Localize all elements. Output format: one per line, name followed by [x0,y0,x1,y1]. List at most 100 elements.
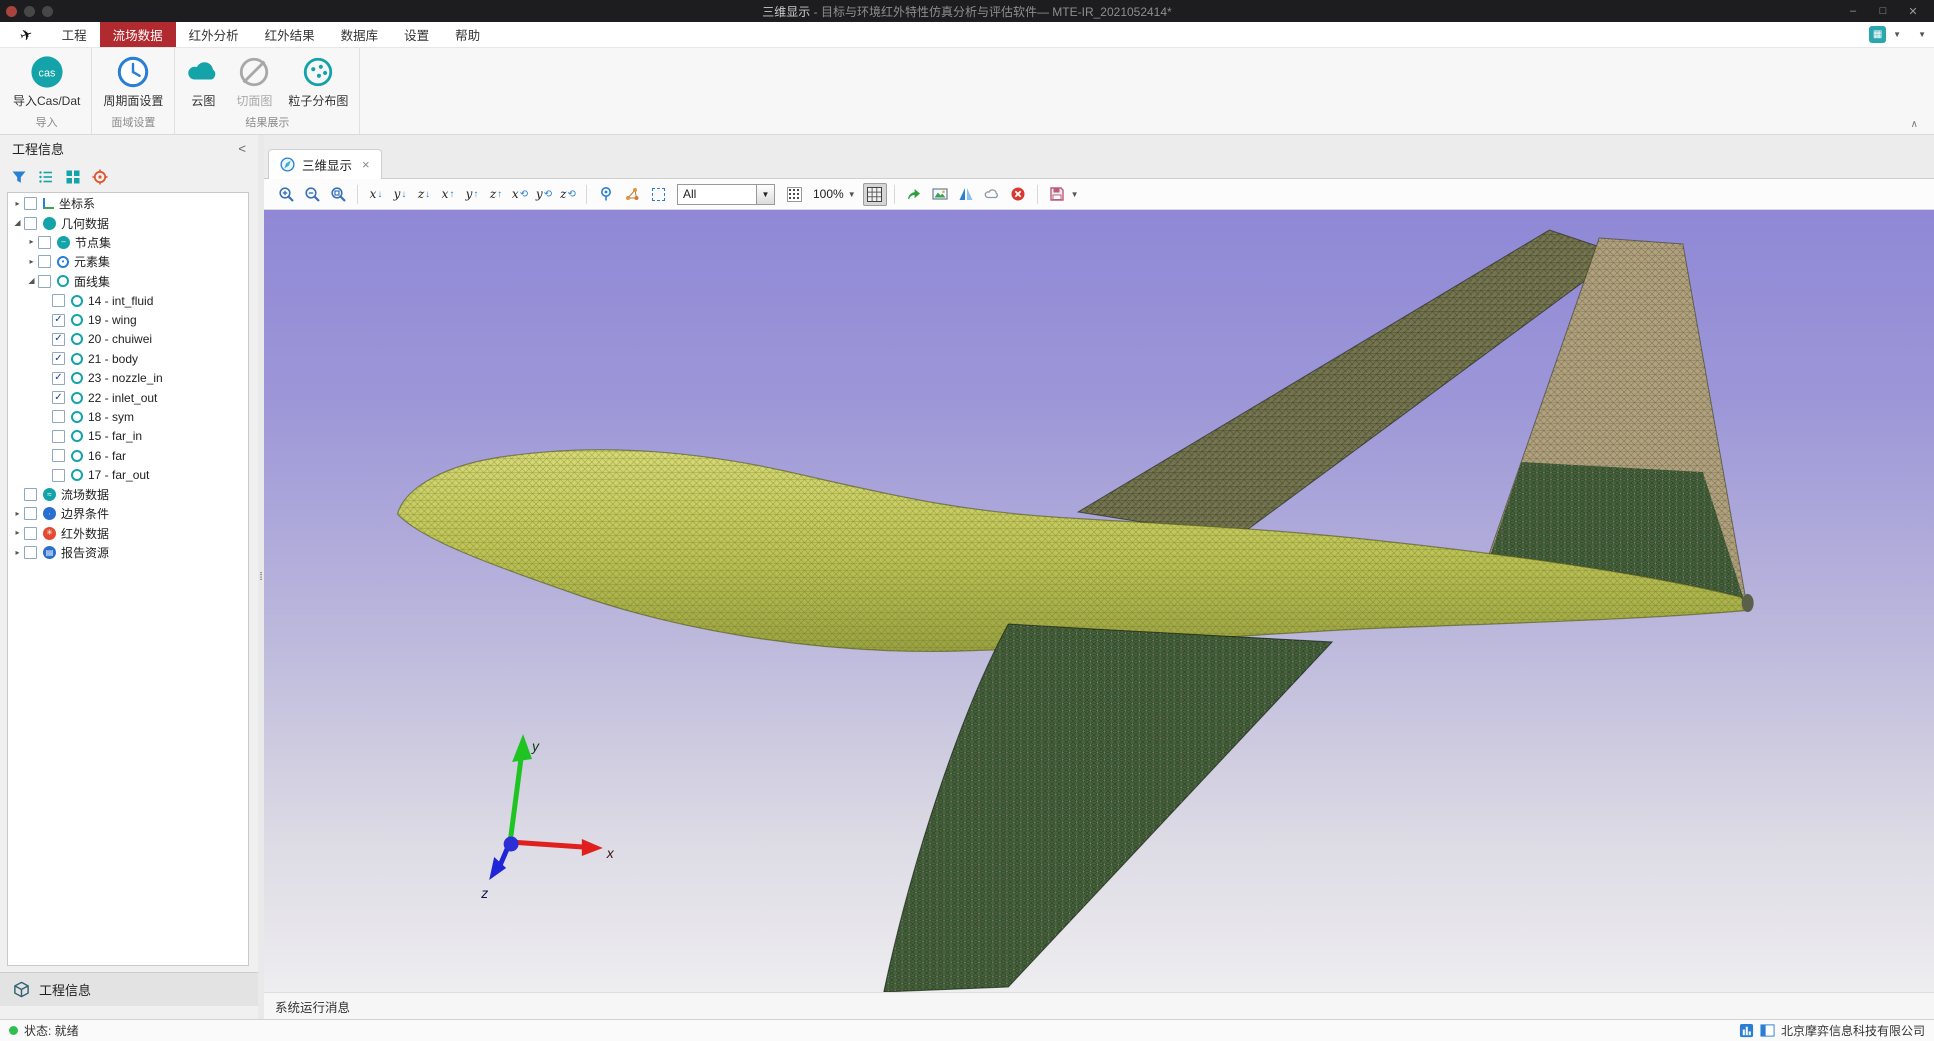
molecule-icon[interactable] [620,183,644,206]
tree-row-10[interactable]: ✓22 - inlet_out [8,388,248,407]
view-axis-z-5-icon[interactable]: z↑ [485,183,507,206]
tree-checkbox[interactable] [24,217,37,230]
smooth-cloud-icon[interactable] [980,183,1004,206]
save-icon[interactable] [1045,183,1069,206]
tree-row-6[interactable]: ✓19 - wing [8,310,248,329]
display-filter-value[interactable]: All [677,184,757,205]
view-axis-y-7-icon[interactable]: y⟲ [533,183,555,206]
status-panel-toggle-icon[interactable] [1760,1023,1775,1038]
project-info-tab[interactable]: 工程信息 [0,972,258,1006]
grid-view-icon[interactable] [65,169,81,185]
tree-row-8[interactable]: ✓21 - body [8,349,248,368]
ribbon-collapse-icon[interactable]: ∧ [1911,119,1918,130]
tree-checkbox[interactable] [38,255,51,268]
tree-checkbox[interactable] [24,527,37,540]
view-axis-y-4-icon[interactable]: y↑ [461,183,483,206]
ribbon-button-2-2[interactable]: 粒子分布图 [280,53,356,111]
tree-checkbox[interactable] [24,507,37,520]
tree-checkbox[interactable]: ✓ [52,333,65,346]
export-arrow-icon[interactable] [902,183,926,206]
tree-row-13[interactable]: 16 - far [8,446,248,465]
mesh-grid-toggle-icon[interactable] [863,183,887,206]
ribbon-options-chevron-icon[interactable]: ▼ [1918,30,1926,39]
tree-row-11[interactable]: 18 - sym [8,407,248,426]
zoom-in-icon[interactable] [274,183,298,206]
tree-checkbox[interactable] [52,294,65,307]
tree-row-0[interactable]: ▸坐标系 [8,194,248,213]
tab-close-icon[interactable]: × [362,157,370,172]
tree-checkbox[interactable]: ✓ [52,352,65,365]
tree-expand-icon[interactable]: ▸ [11,200,24,208]
tree-row-1[interactable]: ◢几何数据 [8,213,248,232]
tree-checkbox[interactable] [24,488,37,501]
list-view-icon[interactable] [38,169,54,185]
view-axis-y-1-icon[interactable]: y↓ [389,183,411,206]
menu-tab-2[interactable]: 红外分析 [176,22,252,47]
mirror-icon[interactable] [954,183,978,206]
view-axis-z-8-icon[interactable]: z⟲ [557,183,579,206]
appearance-icon[interactable]: ▦ [1869,26,1886,43]
tree-expand-icon[interactable]: ▸ [25,258,38,266]
tree-checkbox[interactable] [38,236,51,249]
save-dropdown-chevron-icon[interactable]: ▼ [1071,190,1079,199]
tree-checkbox[interactable] [24,546,37,559]
tree-row-4[interactable]: ◢面线集 [8,272,248,291]
view-axis-x-0-icon[interactable]: x↓ [365,183,387,206]
zoom-level-dropdown[interactable]: 100% ▼ [808,187,861,201]
menu-tab-1[interactable]: 流场数据 [100,22,176,47]
snapshot-image-icon[interactable] [928,183,952,206]
tab-3d-display[interactable]: 三维显示 × [268,149,382,179]
tree-row-2[interactable]: ▸–节点集 [8,233,248,252]
tree-checkbox[interactable] [52,410,65,423]
tree-checkbox[interactable]: ✓ [52,314,65,327]
tree-row-14[interactable]: 17 - far_out [8,465,248,484]
tree-expand-icon[interactable]: ◢ [25,277,38,285]
halftone-pattern-icon[interactable] [782,183,806,206]
tree-checkbox[interactable]: ✓ [52,391,65,404]
tree-row-7[interactable]: ✓20 - chuiwei [8,330,248,349]
viewport-3d[interactable]: x y z [264,210,1934,992]
menu-tab-3[interactable]: 红外结果 [252,22,328,47]
menu-tab-5[interactable]: 设置 [391,22,442,47]
ribbon-button-2-0[interactable]: 云图 [178,53,228,111]
maximize-icon[interactable]: □ [1868,0,1898,22]
zoom-out-icon[interactable] [300,183,324,206]
panel-collapse-icon[interactable]: < [238,141,246,156]
tree-expand-icon[interactable]: ▸ [11,549,24,557]
tree-checkbox[interactable] [24,197,37,210]
tree-row-5[interactable]: 14 - int_fluid [8,291,248,310]
tree-checkbox[interactable]: ✓ [52,372,65,385]
tree-row-17[interactable]: ▸✳红外数据 [8,524,248,543]
tree-row-12[interactable]: 15 - far_in [8,427,248,446]
tree-checkbox[interactable] [52,449,65,462]
filter-icon[interactable] [11,169,27,185]
tree-expand-icon[interactable]: ▸ [11,529,24,537]
minimize-icon[interactable]: – [1838,0,1868,22]
tree-checkbox[interactable] [52,430,65,443]
menu-tab-4[interactable]: 数据库 [328,22,392,47]
box-select-icon[interactable] [646,183,670,206]
status-chart-icon[interactable] [1739,1023,1754,1038]
tree-row-15[interactable]: ≈流场数据 [8,485,248,504]
ribbon-button-0-0[interactable]: cas导入Cas/Dat [5,53,88,111]
ribbon-button-2-1[interactable]: 切面图 [228,53,280,111]
zoom-fit-icon[interactable] [326,183,350,206]
tree-row-9[interactable]: ✓23 - nozzle_in [8,369,248,388]
tree-row-16[interactable]: ▸∙边界条件 [8,504,248,523]
tree-checkbox[interactable] [52,469,65,482]
cancel-icon[interactable] [1006,183,1030,206]
chevron-down-icon[interactable]: ▼ [1893,30,1901,39]
locate-target-icon[interactable] [92,169,108,185]
menu-tab-6[interactable]: 帮助 [442,22,493,47]
ribbon-button-1-0[interactable]: 周期面设置 [95,53,171,111]
tree-expand-icon[interactable]: ▸ [11,510,24,518]
close-icon[interactable]: ✕ [1898,0,1928,22]
view-axis-x-6-icon[interactable]: x⟲ [509,183,531,206]
tree-expand-icon[interactable]: ◢ [11,219,24,227]
view-axis-x-3-icon[interactable]: x↑ [437,183,459,206]
probe-pin-icon[interactable] [594,183,618,206]
combo-dropdown-icon[interactable]: ▼ [757,184,775,205]
view-axis-z-2-icon[interactable]: z↓ [413,183,435,206]
menu-tab-0[interactable]: 工程 [49,22,100,47]
tree-expand-icon[interactable]: ▸ [25,238,38,246]
